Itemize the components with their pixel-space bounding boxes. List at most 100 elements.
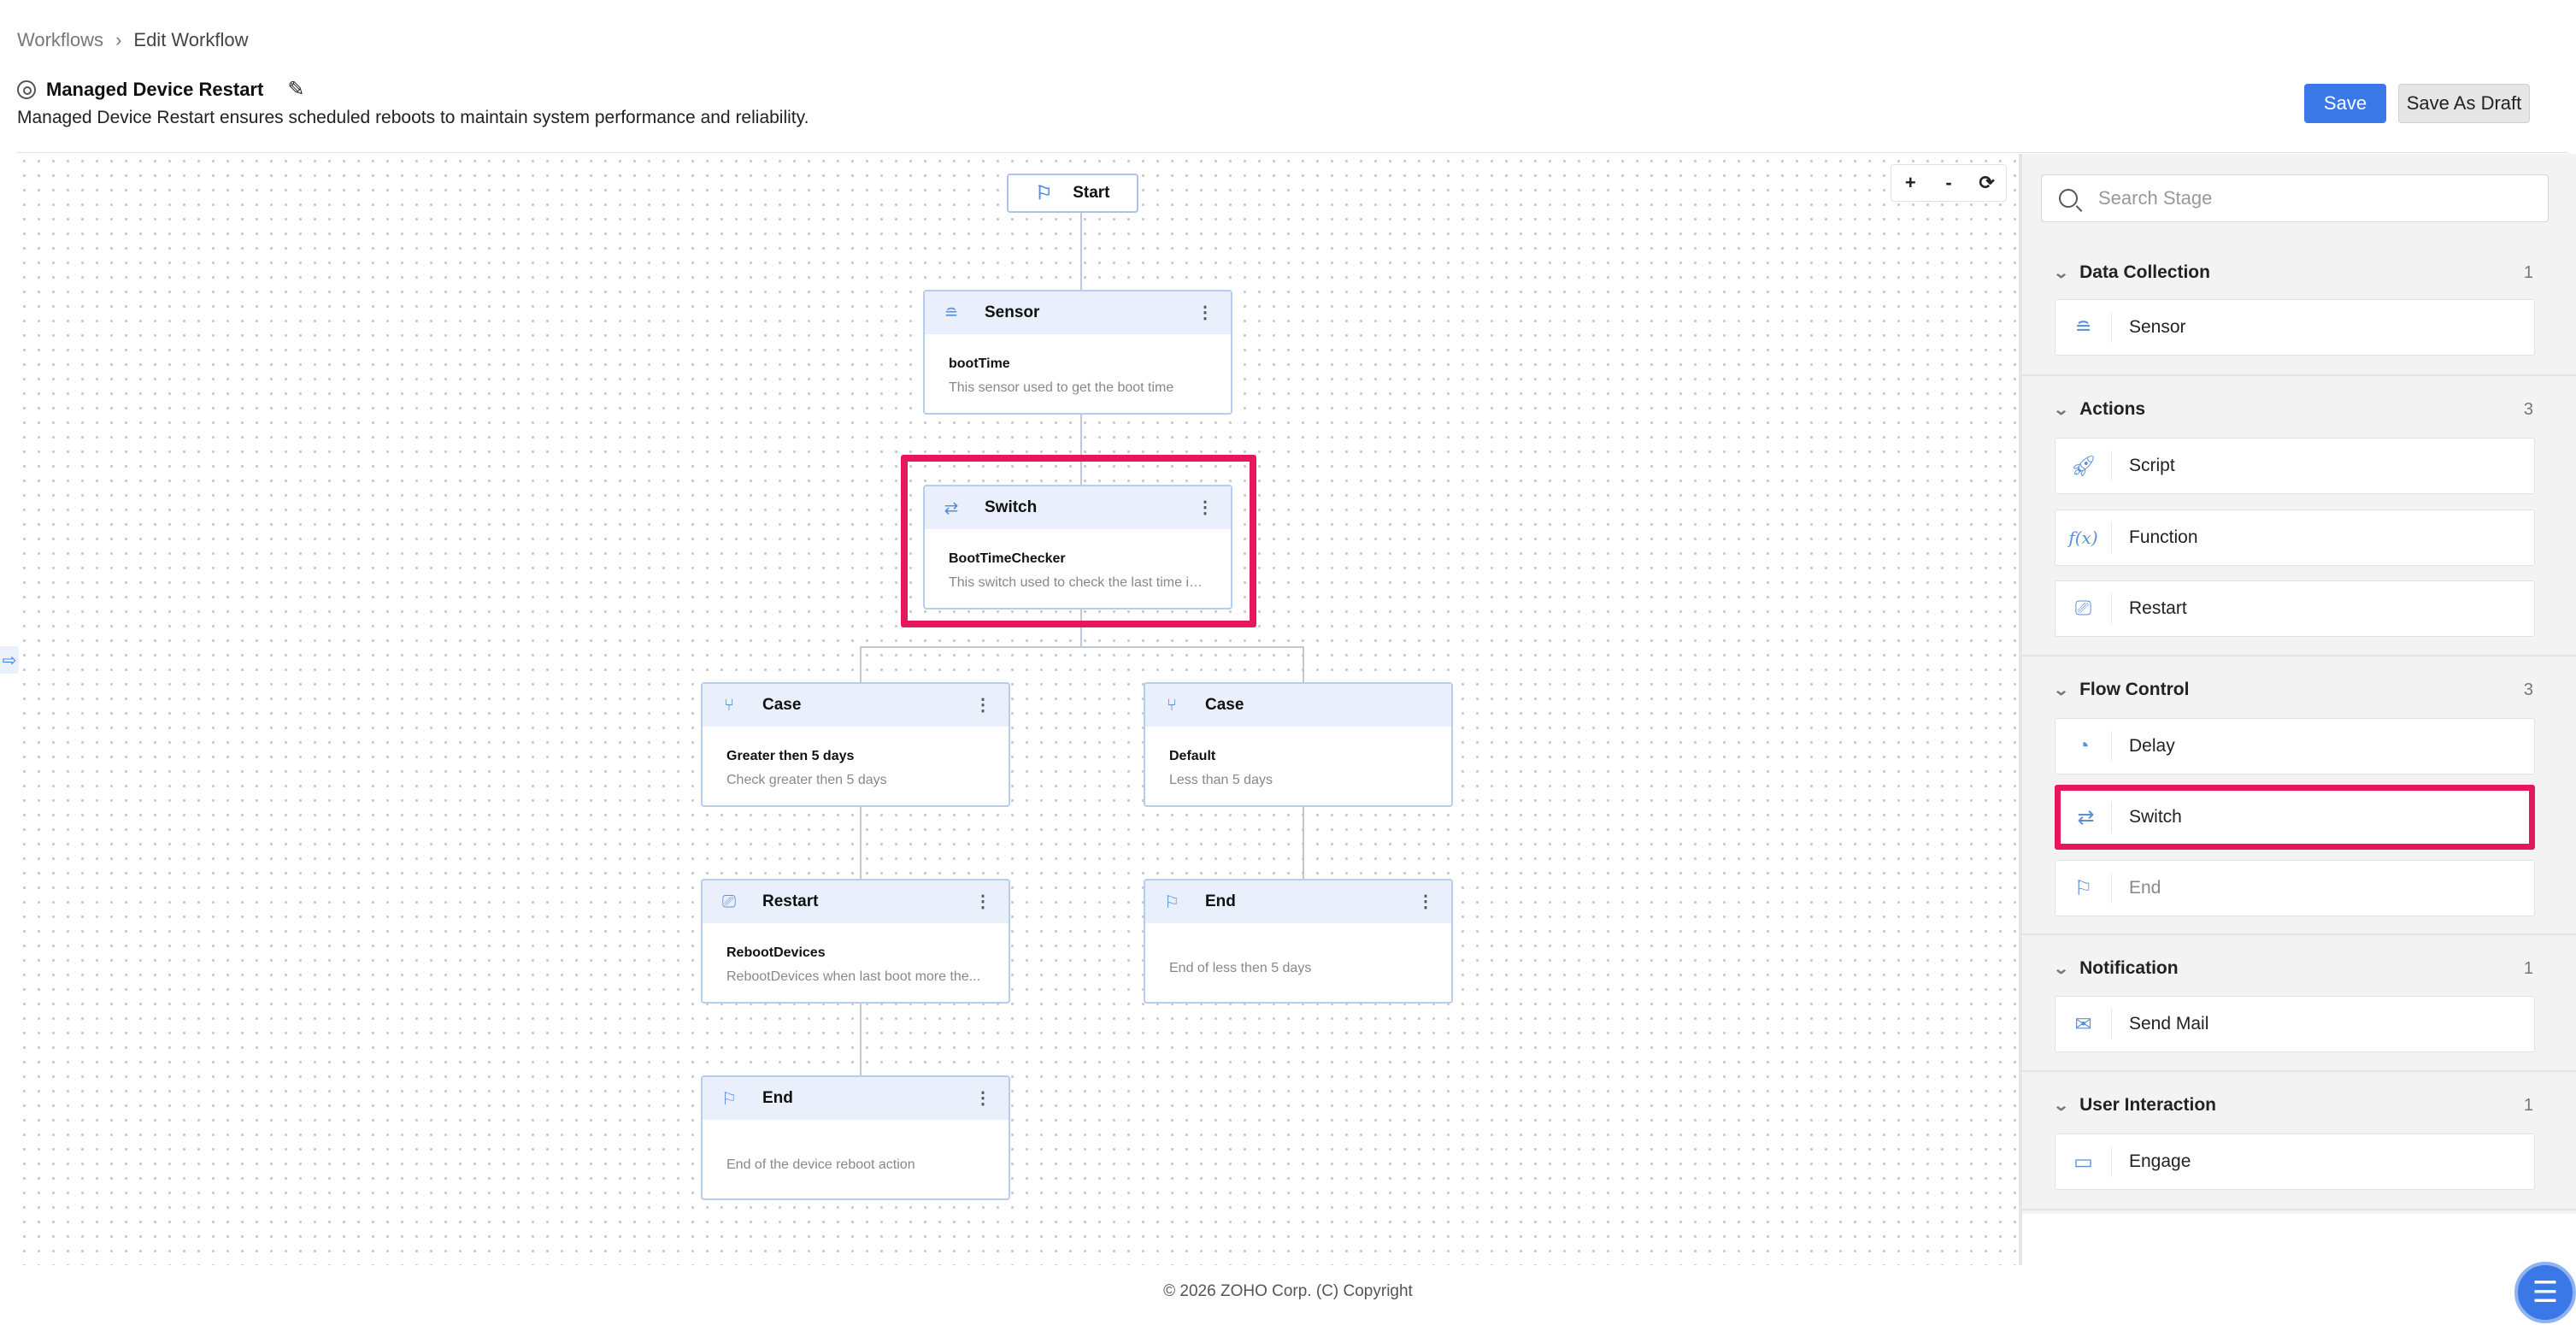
stage-label: Function <box>2129 527 2198 547</box>
flag-icon: ⚐ <box>721 1089 737 1109</box>
zoom-out-button[interactable]: - <box>1933 172 1964 194</box>
section-notification[interactable]: ⌄ Notification 1 <box>2052 956 2533 981</box>
stage-label: Engage <box>2129 1151 2191 1171</box>
start-label: Start <box>1073 184 1110 202</box>
node-description: End of the device reboot action <box>726 1157 915 1172</box>
node-type: Sensor <box>985 303 1040 321</box>
switch-icon: ⇄ <box>944 498 959 518</box>
node-header: ⎚ Restart ⋮ <box>703 880 1009 923</box>
section-divider <box>2022 1070 2576 1072</box>
more-options-icon[interactable]: ⋮ <box>974 694 991 716</box>
connector <box>1303 646 1304 684</box>
menu-icon[interactable]: ☰ <box>2514 1262 2576 1323</box>
header-divider <box>17 152 2568 153</box>
chevron-down-icon: ⌄ <box>2052 263 2070 281</box>
stage-item-function[interactable]: f(x) Function <box>2055 509 2535 566</box>
section-count: 3 <box>2523 399 2533 419</box>
node-description: This sensor used to get the boot time <box>949 380 1174 395</box>
stage-item-delay[interactable]: ◔ Delay <box>2055 718 2535 774</box>
restart-monitor-icon: ⎚ <box>2056 593 2112 624</box>
section-count: 1 <box>2523 958 2533 978</box>
chevron-right-icon: › <box>115 29 122 50</box>
flag-icon: ⚐ <box>1164 892 1179 912</box>
more-options-icon[interactable]: ⋮ <box>1417 891 1434 913</box>
stage-label: Delay <box>2129 736 2175 756</box>
zoom-in-button[interactable]: + <box>1895 172 1926 194</box>
section-count: 3 <box>2523 680 2533 699</box>
edit-pencil-icon[interactable]: ✎ <box>287 77 304 102</box>
section-title: Notification <box>2079 958 2179 978</box>
more-options-icon[interactable]: ⋮ <box>974 891 991 913</box>
more-options-icon[interactable]: ⋮ <box>1197 302 1214 324</box>
zoom-controls: + - ⟳ <box>1891 164 2007 202</box>
save-as-draft-button[interactable]: Save As Draft <box>2398 84 2530 123</box>
stage-item-send-mail[interactable]: ✉ Send Mail <box>2055 996 2535 1052</box>
restart-node[interactable]: ⎚ Restart ⋮ RebootDevices RebootDevices … <box>701 879 1010 1004</box>
node-description: RebootDevices when last boot more the... <box>726 969 981 984</box>
stage-label: Script <box>2129 456 2175 475</box>
section-count: 1 <box>2523 262 2533 282</box>
section-data-collection[interactable]: ⌄ Data Collection 1 <box>2052 260 2533 286</box>
node-header: ⑂ Case ⋮ <box>703 684 1009 727</box>
node-type: End <box>1205 892 1236 910</box>
section-user-interaction[interactable]: ⌄ User Interaction 1 <box>2052 1092 2533 1118</box>
stage-item-switch[interactable]: ⇄ Switch <box>2055 785 2535 850</box>
section-divider <box>2022 655 2576 657</box>
case-icon: ⑂ <box>724 695 734 715</box>
start-node[interactable]: ⚐ Start <box>1007 174 1138 213</box>
workflow-icon <box>17 80 36 99</box>
switch-icon: ⇄ <box>2061 802 2112 833</box>
flag-icon: ⚐ <box>2056 873 2112 904</box>
breadcrumb: Workflows › Edit Workflow <box>17 29 248 51</box>
section-title: User Interaction <box>2079 1095 2216 1115</box>
stage-item-restart[interactable]: ⎚ Restart <box>2055 580 2535 637</box>
connector <box>860 646 1304 648</box>
breadcrumb-workflows-link[interactable]: Workflows <box>17 29 103 51</box>
case-icon: ⑂ <box>1167 695 1177 715</box>
search-icon <box>2059 189 2078 208</box>
node-type: Case <box>1205 696 1244 714</box>
node-type: Switch <box>985 498 1038 516</box>
sensor-node[interactable]: ≘ Sensor ⋮ bootTime This sensor used to … <box>923 290 1232 415</box>
more-options-icon[interactable]: ⋮ <box>1197 497 1214 519</box>
stage-item-script[interactable]: 🚀︎ Script <box>2055 438 2535 494</box>
stage-item-engage[interactable]: ▭ Engage <box>2055 1134 2535 1190</box>
node-description: This switch used to check the last time … <box>949 575 1207 590</box>
reset-zoom-icon[interactable]: ⟳ <box>1972 172 2003 194</box>
rocket-icon: 🚀︎ <box>2056 450 2112 481</box>
chevron-down-icon: ⌄ <box>2052 1096 2070 1114</box>
stage-item-sensor[interactable]: ≘ Sensor <box>2055 299 2535 356</box>
stage-item-end[interactable]: ⚐ End <box>2055 860 2535 916</box>
flag-icon: ⚐ <box>1035 182 1053 203</box>
search-stage-input[interactable] <box>2098 187 2508 209</box>
stage-label: Switch <box>2129 807 2182 827</box>
switch-node[interactable]: ⇄ Switch ⋮ BootTimeChecker This switch u… <box>923 485 1232 610</box>
stage-label: Sensor <box>2129 317 2186 337</box>
more-options-icon[interactable]: ⋮ <box>974 1087 991 1110</box>
end-node-reboot[interactable]: ⚐ End ⋮ End of the device reboot action <box>701 1075 1010 1200</box>
stage-label: Send Mail <box>2129 1014 2209 1034</box>
stage-label: Restart <box>2129 598 2187 618</box>
clock-icon: ◔ <box>2056 731 2112 762</box>
section-divider <box>2022 1209 2576 1210</box>
section-flow-control[interactable]: ⌄ Flow Control 3 <box>2053 677 2533 703</box>
save-button[interactable]: Save <box>2304 84 2386 123</box>
node-type: End <box>762 1089 793 1107</box>
node-header: ≘ Sensor ⋮ <box>925 292 1231 334</box>
search-stage-box[interactable] <box>2041 174 2549 222</box>
node-type: Restart <box>762 892 819 910</box>
end-node-default[interactable]: ⚐ End ⋮ End of less then 5 days <box>1144 879 1453 1004</box>
case-node-greater[interactable]: ⑂ Case ⋮ Greater then 5 days Check great… <box>701 682 1010 807</box>
section-actions[interactable]: ⌄ Actions 3 <box>2053 397 2533 422</box>
section-title: Actions <box>2079 399 2146 419</box>
chevron-down-icon: ⌄ <box>2052 959 2070 977</box>
node-name: Default <box>1169 749 1216 763</box>
node-header: ⚐ End ⋮ <box>1145 880 1451 923</box>
section-title: Flow Control <box>2079 680 2190 699</box>
case-node-default[interactable]: ⑂ Case ⋮ Default Less than 5 days <box>1144 682 1453 807</box>
expand-sidebar-icon[interactable]: ⇨ <box>0 646 19 674</box>
node-description: Check greater then 5 days <box>726 773 887 787</box>
breadcrumb-current: Edit Workflow <box>133 29 249 50</box>
mail-icon: ✉ <box>2056 1009 2112 1039</box>
function-icon: f(x) <box>2056 522 2112 553</box>
